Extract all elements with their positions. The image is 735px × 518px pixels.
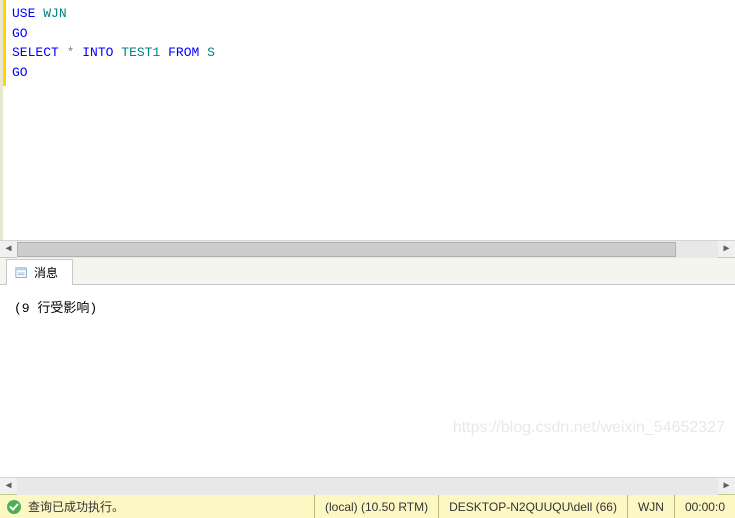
watermark: https://blog.csdn.net/weixin_54652327 <box>453 419 725 437</box>
messages-icon <box>15 266 29 280</box>
scroll-track[interactable] <box>17 478 718 495</box>
status-elapsed-time: 00:00:0 <box>674 495 735 518</box>
status-user: DESKTOP-N2QUUQU\dell (66) <box>438 495 627 518</box>
editor-horizontal-scrollbar[interactable]: ◀ ▶ <box>0 240 735 257</box>
scroll-left-arrow[interactable]: ◀ <box>0 478 17 495</box>
status-bar: 查询已成功执行。 (local) (10.50 RTM) DESKTOP-N2Q… <box>0 494 735 518</box>
scroll-right-arrow[interactable]: ▶ <box>718 241 735 258</box>
scroll-left-arrow[interactable]: ◀ <box>0 241 17 258</box>
status-server: (local) (10.50 RTM) <box>314 495 438 518</box>
scroll-thumb[interactable] <box>17 242 676 257</box>
status-database: WJN <box>627 495 674 518</box>
scroll-track[interactable] <box>17 241 718 258</box>
status-message: 查询已成功执行。 <box>28 498 314 515</box>
rows-affected-text: (9 行受影响) <box>14 297 721 316</box>
messages-pane[interactable]: (9 行受影响) https://blog.csdn.net/weixin_54… <box>0 285 735 477</box>
sql-editor-pane[interactable]: USE WJNGOSELECT * INTO TEST1 FROM SGO <box>0 0 735 240</box>
tab-messages[interactable]: 消息 <box>6 259 73 285</box>
messages-horizontal-scrollbar[interactable]: ◀ ▶ <box>0 477 735 494</box>
results-tab-bar: 消息 <box>0 257 735 285</box>
scroll-right-arrow[interactable]: ▶ <box>718 478 735 495</box>
sql-code[interactable]: USE WJNGOSELECT * INTO TEST1 FROM SGO <box>3 0 735 86</box>
success-icon <box>6 499 22 515</box>
tab-label: 消息 <box>34 264 58 281</box>
